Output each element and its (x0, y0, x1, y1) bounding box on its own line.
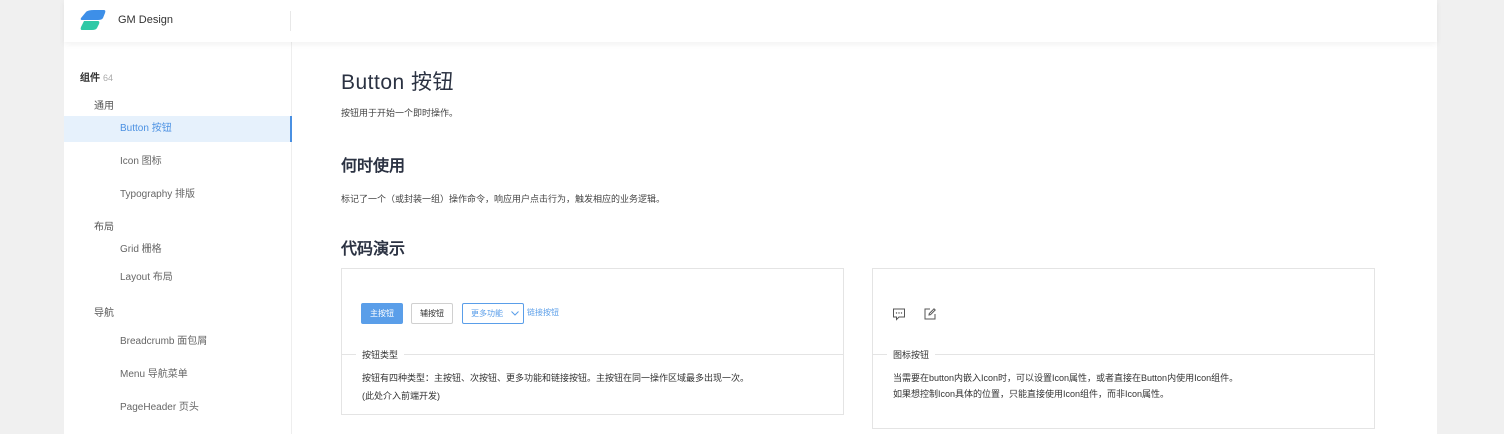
sidebar-item-breadcrumb[interactable]: Breadcrumb 面包屑 (64, 329, 292, 355)
demo-card-icon-buttons: 图标按钮 当需要在button内嵌入Icon时，可以设置Icon属性，或者直接在… (872, 268, 1375, 429)
brand-name[interactable]: GM Design (118, 14, 173, 26)
sidebar-section-layout: 布局 (94, 222, 114, 233)
section-title-when: 何时使用 (341, 158, 406, 175)
primary-button[interactable]: 主按钮 (361, 303, 403, 324)
group-label: 组件 (80, 73, 100, 84)
sidebar-section-general: 通用 (94, 101, 114, 112)
message-icon[interactable] (892, 307, 906, 321)
sidebar-item-grid[interactable]: Grid 栅格 (64, 237, 292, 263)
sidebar-item-pageheader[interactable]: PageHeader 页头 (64, 395, 292, 421)
demo-note-line2: 如果想控制Icon具体的位置，只能直接使用Icon组件，而非Icon属性。 (893, 389, 1170, 399)
section-desc-when: 标记了一个（或封装一组）操作命令，响应用户点击行为，触发相应的业务逻辑。 (341, 194, 666, 204)
demo-legend: 图标按钮 (887, 348, 936, 361)
sidebar-nav: 组件 64 通用 Button 按钮 Icon 图标 Typography 排版 … (64, 42, 292, 434)
sidebar-item-icon[interactable]: Icon 图标 (64, 149, 292, 175)
header-divider (290, 11, 291, 31)
demo-note-line1: 按钮有四种类型：主按钮、次按钮、更多功能和链接按钮。主按钮在同一操作区域最多出现… (362, 373, 750, 383)
section-title-demo: 代码演示 (341, 241, 406, 258)
sidebar-item-menu[interactable]: Menu 导航菜单 (64, 362, 292, 388)
more-functions-label: 更多功能 (471, 309, 503, 318)
group-count: 64 (103, 73, 114, 83)
demo-note-line1: 当需要在button内嵌入Icon时，可以设置Icon属性，或者直接在Butto… (893, 373, 1239, 383)
gm-logo-icon[interactable] (80, 10, 106, 30)
demo-card-button-types: 主按钮 辅按钮 更多功能 链接按钮 按钮类型 按钮有四种类型：主按钮、次按钮、更… (341, 268, 844, 415)
sidebar-item-button[interactable]: Button 按钮 (64, 116, 292, 142)
legend-divider (873, 354, 1374, 355)
link-button[interactable]: 链接按钮 (525, 303, 561, 324)
secondary-button[interactable]: 辅按钮 (411, 303, 453, 324)
sidebar-item-typography[interactable]: Typography 排版 (64, 182, 292, 208)
more-functions-button[interactable]: 更多功能 (462, 303, 524, 324)
page-title: Button 按钮 (341, 71, 455, 94)
sidebar-section-navigation: 导航 (94, 308, 114, 319)
sidebar-item-layout[interactable]: Layout 布局 (64, 265, 292, 291)
page-intro: 按钮用于开始一个即时操作。 (341, 108, 459, 118)
demo-legend: 按钮类型 (356, 348, 405, 361)
legend-divider (342, 354, 843, 355)
sidebar-group-components: 组件 64 (80, 69, 113, 84)
demo-note-line2: (此处介入前端开发) (362, 391, 440, 401)
edit-icon[interactable] (923, 307, 937, 321)
chevron-down-icon (511, 311, 519, 316)
app-window: GM Design 组件 64 通用 Button 按钮 Icon 图标 Typo… (64, 0, 1437, 434)
top-header: GM Design (64, 0, 1437, 42)
